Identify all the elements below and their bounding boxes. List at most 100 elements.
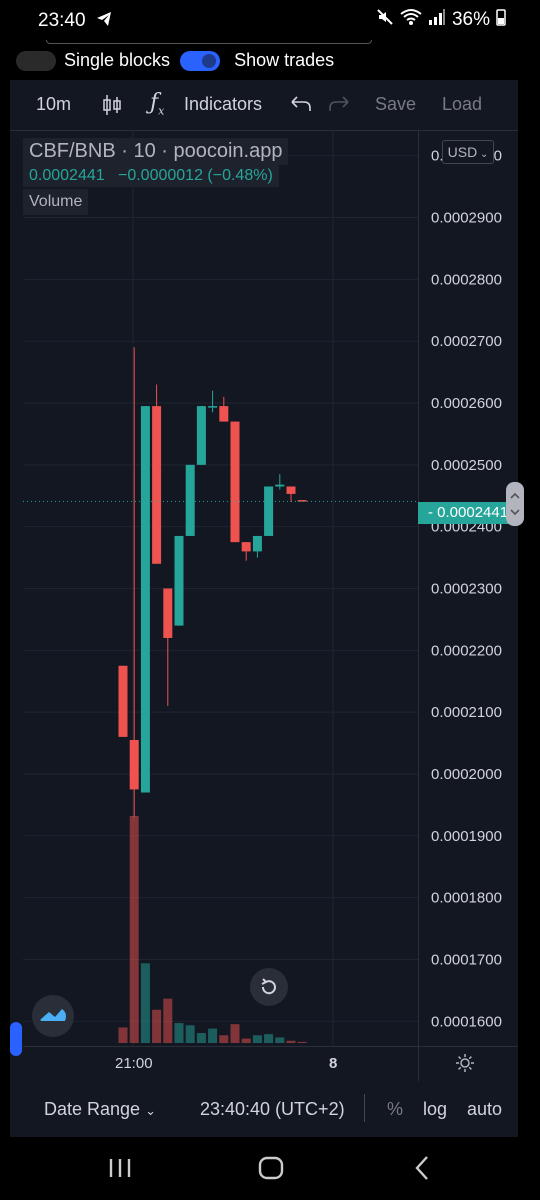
undo-icon[interactable] bbox=[290, 95, 312, 118]
chart-widget: 10m ƒx Indicators Save Load CBF/BNB · 10… bbox=[10, 80, 524, 1137]
time-label-day: 8 bbox=[329, 1055, 338, 1072]
price-tick-label: 0.0002800 bbox=[431, 271, 502, 288]
battery-icon bbox=[496, 8, 506, 32]
tradingview-logo-icon bbox=[40, 1009, 66, 1021]
price-tick-label: 0.0002100 bbox=[431, 704, 502, 721]
price-tick-label: 0.0001600 bbox=[431, 1013, 502, 1030]
candle-body bbox=[230, 421, 240, 543]
price-tick-label: 0.0002900 bbox=[431, 210, 502, 227]
volume-bar bbox=[118, 1027, 128, 1043]
chart-toolbar: 10m ƒx Indicators Save Load bbox=[10, 80, 518, 131]
time-axis[interactable]: 21:00 8 bbox=[23, 1046, 518, 1081]
price-tick-label: 0.0002700 bbox=[431, 333, 502, 350]
volume-bar bbox=[219, 1035, 229, 1043]
status-bar: 23:40 36% bbox=[0, 0, 540, 40]
volume-bar bbox=[241, 1038, 251, 1043]
candle-body bbox=[286, 486, 296, 494]
trade-toggles: Single blocks Show trades bbox=[16, 50, 334, 71]
home-icon[interactable] bbox=[258, 1155, 284, 1186]
volume-bar bbox=[286, 1040, 296, 1043]
candle-body bbox=[275, 484, 285, 487]
date-range-button[interactable]: Date Range ⌄ bbox=[44, 1099, 156, 1120]
last-price-value: 0.0002441 bbox=[437, 504, 509, 521]
price-tick-label: 0.0002200 bbox=[431, 642, 502, 659]
volume-bar bbox=[174, 1023, 184, 1043]
volume-bar bbox=[152, 1009, 162, 1043]
telegram-icon bbox=[96, 11, 112, 32]
volume-bar bbox=[275, 1037, 285, 1043]
recent-apps-icon[interactable] bbox=[108, 1157, 132, 1184]
legend-change: −0.0000012 (−0.48%) bbox=[117, 167, 273, 184]
show-trades-label: Show trades bbox=[234, 50, 335, 70]
candle-body bbox=[264, 486, 274, 536]
candle-body bbox=[174, 535, 184, 626]
redo-icon[interactable] bbox=[328, 95, 350, 118]
candle-body bbox=[152, 406, 162, 564]
volume-bar bbox=[163, 998, 173, 1043]
volume-bar bbox=[208, 1028, 218, 1043]
mute-icon bbox=[376, 8, 394, 32]
last-price-dash: - bbox=[428, 504, 438, 521]
axis-scroll-handle[interactable] bbox=[506, 482, 524, 526]
chevron-down-icon: ⌄ bbox=[477, 149, 489, 160]
chevron-down-icon: ⌄ bbox=[145, 1103, 156, 1118]
candle-body bbox=[196, 406, 206, 465]
signal-icon bbox=[428, 8, 446, 32]
price-tick-label: 0.0001900 bbox=[431, 828, 502, 845]
chart-pane[interactable] bbox=[23, 131, 418, 1046]
percent-scale-button[interactable]: % bbox=[387, 1099, 403, 1120]
currency-label: USD bbox=[447, 144, 478, 160]
reset-chart-button[interactable] bbox=[250, 968, 288, 1006]
wifi-icon bbox=[400, 8, 422, 32]
volume-bar bbox=[252, 1035, 262, 1043]
price-tick-label: 0.0001800 bbox=[431, 890, 502, 907]
volume-bar bbox=[297, 1041, 307, 1043]
legend-price: 0.0002441 bbox=[29, 167, 105, 184]
single-blocks-toggle[interactable] bbox=[16, 50, 56, 71]
volume-bar bbox=[140, 963, 150, 1043]
candle-body bbox=[219, 406, 229, 422]
candle-body bbox=[118, 665, 128, 737]
save-button[interactable]: Save bbox=[375, 94, 416, 115]
show-trades-toggle[interactable] bbox=[180, 50, 221, 71]
load-button[interactable]: Load bbox=[442, 94, 482, 115]
price-tick-label: 0.0002000 bbox=[431, 766, 502, 783]
date-range-label: Date Range bbox=[44, 1099, 141, 1119]
currency-selector[interactable]: USD ⌄ bbox=[442, 140, 494, 164]
back-icon[interactable] bbox=[412, 1155, 432, 1186]
candle-body bbox=[241, 542, 251, 552]
volume-legend: Volume bbox=[23, 189, 89, 215]
settings-gear-icon[interactable] bbox=[455, 1053, 475, 1078]
price-tick-label: 0.0001700 bbox=[431, 951, 502, 968]
price-axis[interactable]: 0.00030000.00029000.00028000.00027000.00… bbox=[418, 131, 519, 1046]
time-label-2100: 21:00 bbox=[115, 1055, 153, 1072]
watermark-logo-button[interactable] bbox=[32, 995, 74, 1037]
status-time: 23:40 bbox=[38, 10, 86, 31]
symbol-title: CBF/BNB · 10 · poocoin.app bbox=[23, 138, 289, 165]
price-change-line: 0.0002441 −0.0000012 (−0.48%) bbox=[23, 165, 279, 187]
battery-level: 36% bbox=[451, 9, 490, 30]
indicators-button[interactable]: Indicators bbox=[184, 94, 262, 115]
auto-scale-button[interactable]: auto bbox=[467, 1099, 502, 1120]
volume-bar bbox=[196, 1033, 206, 1043]
volume-bar bbox=[185, 1025, 195, 1043]
candle-type-icon[interactable] bbox=[102, 93, 122, 122]
volume-bar bbox=[230, 1024, 240, 1043]
candle-body bbox=[129, 739, 139, 790]
indicators-icon[interactable]: ƒx bbox=[150, 90, 164, 117]
bottom-toolbar: Date Range ⌄ 23:40:40 (UTC+2) % log auto bbox=[10, 1080, 518, 1137]
price-chart[interactable] bbox=[23, 131, 418, 1046]
system-nav-bar bbox=[0, 1137, 540, 1200]
candle-body bbox=[208, 406, 218, 408]
timezone-clock[interactable]: 23:40:40 (UTC+2) bbox=[200, 1099, 345, 1120]
last-price-label: - 0.0002441 bbox=[418, 502, 518, 524]
candle-body bbox=[140, 406, 150, 793]
interval-button[interactable]: 10m bbox=[36, 94, 71, 115]
volume-bar bbox=[264, 1034, 274, 1043]
log-scale-button[interactable]: log bbox=[423, 1099, 447, 1120]
url-bar-edge bbox=[46, 40, 372, 44]
candle-body bbox=[185, 464, 195, 536]
price-tick-label: 0.0002300 bbox=[431, 581, 502, 598]
candle-body bbox=[163, 588, 173, 638]
page-scroll-handle[interactable] bbox=[10, 1022, 22, 1056]
